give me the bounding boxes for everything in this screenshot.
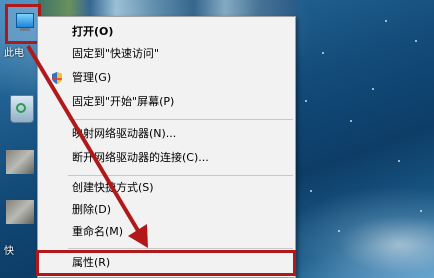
menu-item-pin-quick-access[interactable]: 固定到"快速访问": [38, 43, 295, 65]
menu-item-label: 重命名(M): [72, 225, 124, 238]
menu-item-label: 删除(D): [72, 203, 112, 216]
blurred-desktop-icon[interactable]: [6, 150, 34, 174]
star: [305, 100, 307, 102]
recycle-bin-icon[interactable]: [10, 95, 34, 123]
menu-separator: [68, 248, 293, 249]
star: [398, 160, 400, 162]
menu-item-label: 打开(O): [72, 25, 114, 38]
menu-item-label: 创建快捷方式(S): [72, 181, 154, 194]
star: [385, 20, 387, 22]
this-pc-icon-highlight[interactable]: [5, 4, 41, 44]
this-pc-label: 此电: [4, 48, 24, 59]
menu-item-map-network-drive[interactable]: 映射网络驱动器(N)...: [38, 123, 295, 145]
menu-item-label: 断开网络驱动器的连接(C)...: [72, 151, 209, 164]
menu-item-pin-start[interactable]: 固定到"开始"屏幕(P): [38, 91, 295, 113]
desktop-icon-column: 此电 快: [0, 0, 42, 278]
menu-item-create-shortcut[interactable]: 创建快捷方式(S): [38, 177, 295, 199]
menu-item-rename[interactable]: 重命名(M): [38, 221, 295, 243]
star: [310, 190, 312, 192]
properties-highlight-box: [36, 250, 296, 276]
menu-item-delete[interactable]: 删除(D): [38, 199, 295, 221]
star: [372, 88, 374, 90]
star: [350, 120, 352, 122]
star: [338, 230, 340, 232]
context-menu: 打开(O) 固定到"快速访问" 管理(G) 固定到"开始"屏幕(P) 映射网络驱…: [37, 16, 296, 278]
menu-item-label: 映射网络驱动器(N)...: [72, 127, 177, 140]
star: [322, 52, 324, 54]
computer-icon: [16, 13, 34, 28]
menu-item-label: 固定到"开始"屏幕(P): [72, 95, 175, 108]
blurred-toolbar-area: [38, 0, 298, 16]
shield-icon: [52, 72, 62, 84]
menu-item-disconnect-network-drive[interactable]: 断开网络驱动器的连接(C)...: [38, 147, 295, 169]
shortcut-label: 快: [4, 246, 14, 257]
blurred-desktop-icon[interactable]: [6, 200, 34, 224]
star: [420, 210, 422, 212]
computer-stand-icon: [20, 28, 30, 31]
menu-separator: [68, 175, 293, 176]
menu-item-label: 固定到"快速访问": [72, 47, 160, 60]
menu-separator: [68, 119, 293, 120]
menu-item-manage[interactable]: 管理(G): [38, 67, 295, 89]
star: [415, 40, 417, 42]
menu-item-open[interactable]: 打开(O): [38, 21, 295, 43]
menu-item-label: 管理(G): [72, 71, 112, 84]
